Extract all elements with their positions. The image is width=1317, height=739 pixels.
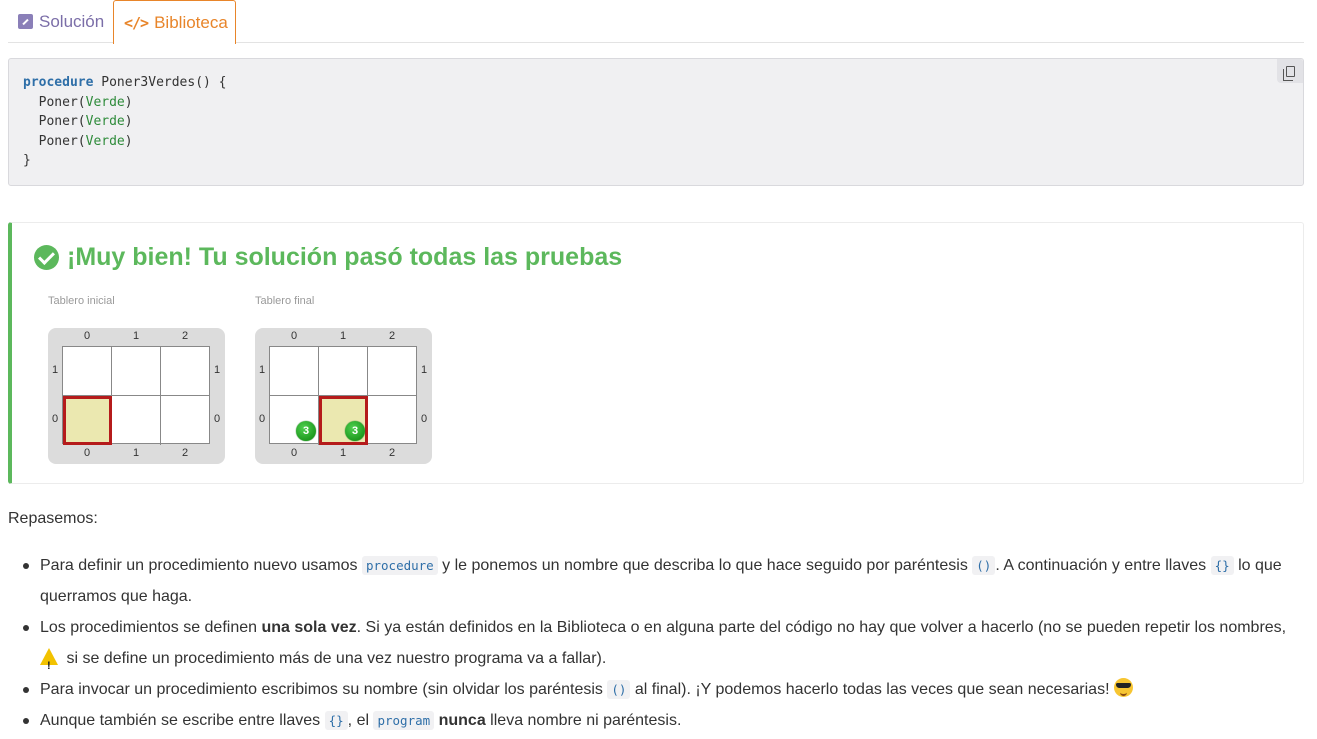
final-board-label: Tablero final <box>255 295 315 307</box>
col-label: 2 <box>181 447 189 459</box>
row-label: 1 <box>420 364 428 376</box>
review-intro: Repasemos: <box>8 510 98 527</box>
code-signature: Poner3Verdes() { <box>93 75 227 90</box>
final-board: 0 1 2 0 1 2 1 0 1 0 3 3 <box>255 328 432 464</box>
col-label: 1 <box>132 330 140 342</box>
tab-solucion-label: Solución <box>39 11 105 31</box>
col-label: 2 <box>181 330 189 342</box>
col-label: 0 <box>290 330 298 342</box>
code-keyword: procedure <box>23 75 94 90</box>
inline-code: {} <box>324 711 348 730</box>
board-cell <box>368 396 417 445</box>
initial-board: 0 1 2 0 1 2 1 0 1 0 <box>48 328 225 464</box>
result-title-text: ¡Muy bien! Tu solución pasó todas las pr… <box>67 243 623 271</box>
col-label: 2 <box>388 330 396 342</box>
result-panel: ¡Muy bien! Tu solución pasó todas las pr… <box>8 222 1304 484</box>
tab-biblioteca-label: Biblioteca <box>154 12 228 32</box>
green-ball-counter: 3 <box>345 421 365 441</box>
row-label: 0 <box>420 413 428 425</box>
list-item: Para invocar un procedimiento escribimos… <box>20 674 1310 705</box>
copy-button[interactable] <box>1277 59 1303 83</box>
board-cell <box>270 347 319 396</box>
row-label: 0 <box>258 413 266 425</box>
board-cell <box>319 347 368 396</box>
list-item: Para definir un procedimiento nuevo usam… <box>20 550 1310 612</box>
col-label: 1 <box>132 447 140 459</box>
list-item: Los procedimientos se definen una sola v… <box>20 612 1310 682</box>
code-line-3: Poner(Verde) <box>38 114 133 130</box>
warning-icon <box>40 648 58 682</box>
col-label: 0 <box>83 330 91 342</box>
board-cell <box>161 347 210 396</box>
code-line-4: Poner(Verde) <box>38 133 133 149</box>
sunglasses-emoji-icon <box>1113 678 1133 697</box>
board-cell <box>112 396 161 445</box>
board-cell-head <box>63 396 112 445</box>
inline-code: () <box>607 680 631 699</box>
row-label: 1 <box>258 364 266 376</box>
board-cell <box>112 347 161 396</box>
col-label: 2 <box>388 447 396 459</box>
board-cell <box>63 347 112 396</box>
col-label: 1 <box>339 447 347 459</box>
initial-board-label: Tablero inicial <box>48 295 115 307</box>
result-title: ¡Muy bien! Tu solución pasó todas las pr… <box>34 243 622 272</box>
row-label: 0 <box>213 413 221 425</box>
tab-solucion[interactable]: Solución <box>8 0 114 43</box>
code-line-2: Poner(Verde) <box>38 94 133 110</box>
board-grid: 3 3 <box>269 346 417 445</box>
library-code-block: procedure Poner3Verdes() { Poner(Verde) … <box>8 58 1304 186</box>
board-cell: 3 <box>270 396 319 445</box>
col-label: 1 <box>339 330 347 342</box>
review-list: Para definir un procedimiento nuevo usam… <box>20 550 1310 736</box>
inline-code: {} <box>1210 556 1234 575</box>
tab-bar: Solución </> Biblioteca <box>8 0 1304 44</box>
list-item: Aunque también se escribe entre llaves {… <box>20 705 1310 736</box>
board-cell <box>368 347 417 396</box>
row-label: 1 <box>51 364 59 376</box>
code-line-5: } <box>23 153 31 169</box>
board-cell-head: 3 <box>319 396 368 445</box>
inline-code: program <box>373 711 435 730</box>
check-circle-icon <box>34 245 59 270</box>
board-grid <box>62 346 210 445</box>
col-label: 0 <box>290 447 298 459</box>
edit-icon <box>18 14 33 29</box>
code-line-1: procedure Poner3Verdes() { <box>23 75 227 90</box>
inline-code: () <box>972 556 996 575</box>
inline-code: procedure <box>361 556 438 575</box>
copy-icon <box>1282 65 1295 81</box>
green-ball-counter: 3 <box>296 421 316 441</box>
col-label: 0 <box>83 447 91 459</box>
row-label: 0 <box>51 413 59 425</box>
tab-biblioteca[interactable]: </> Biblioteca <box>113 0 236 44</box>
row-label: 1 <box>213 364 221 376</box>
code-icon: </> <box>124 13 149 32</box>
board-cell <box>161 396 210 445</box>
